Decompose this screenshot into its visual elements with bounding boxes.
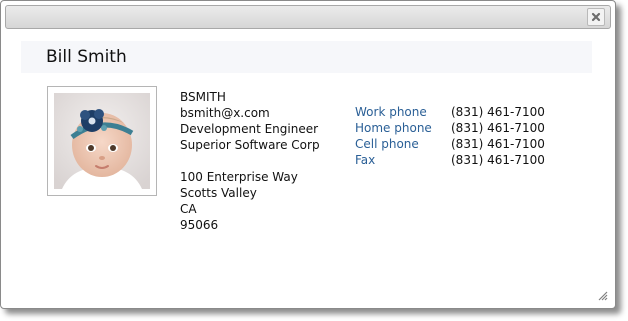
fax-link[interactable]: Fax bbox=[355, 152, 451, 168]
contact-title: Development Engineer bbox=[180, 122, 319, 136]
home-phone-link[interactable]: Home phone bbox=[355, 120, 451, 136]
phone-row-cell: Cell phone (831) 461-7100 bbox=[355, 136, 545, 152]
details-spacer bbox=[180, 153, 320, 169]
cell-phone-link[interactable]: Cell phone bbox=[355, 136, 451, 152]
close-button[interactable] bbox=[587, 8, 605, 26]
address-city: Scotts Valley bbox=[180, 186, 257, 200]
contact-header: Bill Smith bbox=[21, 41, 592, 73]
contact-name: Bill Smith bbox=[46, 47, 127, 67]
phone-row-home: Home phone (831) 461-7100 bbox=[355, 120, 545, 136]
contact-company: Superior Software Corp bbox=[180, 138, 320, 152]
address-street: 100 Enterprise Way bbox=[180, 170, 298, 184]
contact-details: BSMITH bsmith@x.com Development Engineer… bbox=[180, 89, 320, 233]
resize-grip-icon[interactable] bbox=[598, 291, 608, 301]
contact-dialog: Bill Smith BSMITH bsmith@x.com Developme… bbox=[0, 0, 616, 309]
contact-username: BSMITH bbox=[180, 90, 226, 104]
home-phone-number: (831) 461-7100 bbox=[451, 121, 545, 135]
phone-row-fax: Fax (831) 461-7100 bbox=[355, 152, 545, 168]
address-zip: 95066 bbox=[180, 218, 219, 232]
contact-photo bbox=[54, 93, 150, 189]
cell-phone-number: (831) 461-7100 bbox=[451, 137, 545, 151]
address-state: CA bbox=[180, 202, 197, 216]
contact-photo-frame bbox=[47, 86, 157, 196]
contact-email: bsmith@x.com bbox=[180, 106, 270, 120]
fax-number: (831) 461-7100 bbox=[451, 153, 545, 167]
phone-row-work: Work phone (831) 461-7100 bbox=[355, 104, 545, 120]
dialog-titlebar[interactable] bbox=[5, 5, 611, 29]
phone-list: Work phone (831) 461-7100 Home phone (83… bbox=[355, 104, 545, 168]
close-icon[interactable] bbox=[591, 12, 601, 22]
work-phone-number: (831) 461-7100 bbox=[451, 105, 545, 119]
baby-photo-image bbox=[54, 93, 150, 189]
work-phone-link[interactable]: Work phone bbox=[355, 104, 451, 120]
